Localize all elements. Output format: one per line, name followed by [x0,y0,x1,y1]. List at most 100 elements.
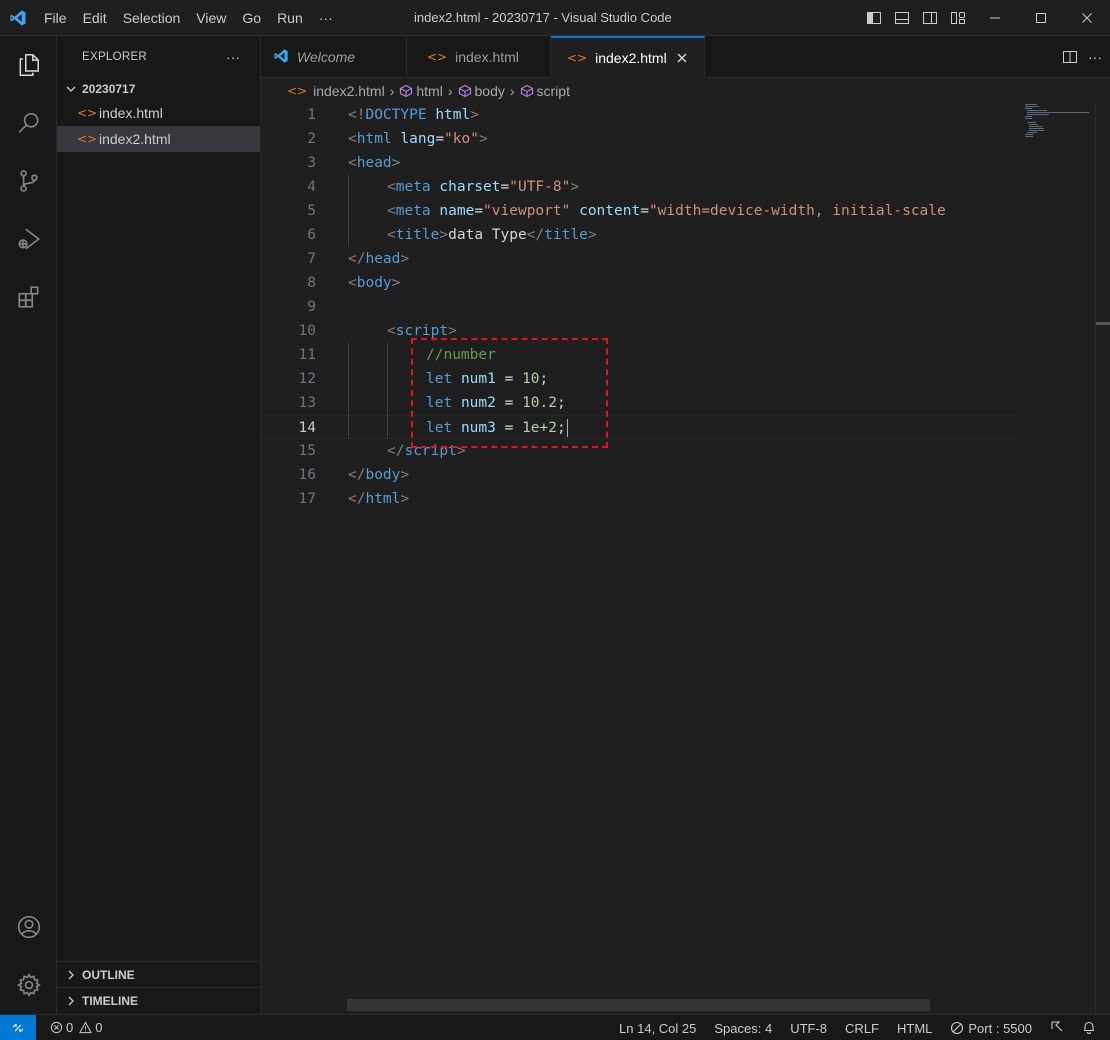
code-line[interactable]: 15 </script> [261,439,1017,463]
toggle-primary-sidebar-icon[interactable] [860,0,888,36]
line-code: </html> [348,487,409,511]
accounts-icon[interactable] [0,898,57,956]
status-bar: 0 0 Ln 14, Col 25 Spaces: 4 UTF-8 CRLF H… [0,1014,1110,1040]
notifications-bell-icon[interactable] [1073,1020,1110,1037]
close-window-button[interactable] [1064,0,1110,36]
tab-label: Welcome [297,49,356,65]
code-line[interactable]: 4 <meta charset="UTF-8"> [261,175,1017,199]
outline-label: OUTLINE [82,967,135,982]
code-token: data Type [448,227,527,243]
indent-guide [387,343,388,439]
code-editor[interactable]: 1 <!DOCTYPE html> 2 <html lang="ko"> 3 <head>… [261,103,1110,1014]
code-token: > [587,227,597,243]
code-line[interactable]: 3 <head> [261,151,1017,175]
folder-row[interactable]: 20230717 [57,78,260,100]
code-token: meta [395,179,431,195]
vertical-scrollbar[interactable] [1095,103,1110,1014]
maximize-button[interactable] [1018,0,1064,36]
code-line[interactable]: 6 <title>data Type</title> [261,223,1017,247]
timeline-label: TIMELINE [82,993,138,1008]
indentation-setting[interactable]: Spaces: 4 [705,1021,781,1036]
code-token: < [387,179,396,195]
breadcrumb-script[interactable]: script [537,83,570,99]
tab-index2-html[interactable]: <> index2.html [551,36,705,78]
minimize-button[interactable] [972,0,1018,36]
accessibility-icon[interactable] [1041,1020,1073,1037]
extensions-icon[interactable] [0,268,57,326]
menu-run[interactable]: Run [269,0,311,36]
line-number: 9 [307,299,316,315]
code-line[interactable]: 16 </body> [261,463,1017,487]
menu-view[interactable]: View [188,0,234,36]
breadcrumb-html[interactable]: html [416,83,442,99]
menu-selection[interactable]: Selection [115,0,189,36]
search-icon[interactable] [0,94,57,152]
code-token: lang [400,131,436,147]
explorer-icon[interactable] [0,36,57,94]
explorer-title: EXPLORER [82,51,148,63]
line-number: 10 [298,323,316,339]
customize-layout-icon[interactable] [944,0,972,36]
toggle-panel-icon[interactable] [888,0,916,36]
breadcrumb-body[interactable]: body [475,83,505,99]
menu-bar: File Edit Selection View Go Run ··· [36,0,341,36]
language-mode[interactable]: HTML [888,1021,941,1036]
tab-index-html[interactable]: <> index.html [407,36,551,78]
eol-setting[interactable]: CRLF [836,1021,888,1036]
split-editor-icon[interactable] [1062,49,1078,65]
tab-welcome[interactable]: Welcome [261,36,407,78]
warning-count: 0 [95,1020,103,1035]
code-line[interactable]: 10 <script> [261,319,1017,343]
live-server-port[interactable]: Port : 5500 [941,1021,1041,1036]
horizontal-scrollbar[interactable] [347,999,930,1011]
code-line[interactable]: 17 </html> [261,487,1017,511]
gear-icon[interactable] [0,956,57,1014]
remote-indicator-icon[interactable] [0,1014,36,1040]
more-actions-icon[interactable]: ··· [1088,49,1102,65]
explorer-header: EXPLORER ··· [57,36,260,78]
breadcrumb: <> index2.html › html › body › script [261,79,1110,103]
code-token: > [448,323,457,339]
code-line[interactable]: 9 [261,295,1017,319]
code-line[interactable]: 5 <meta name="viewport" content="width=de… [261,199,1017,223]
code-line[interactable]: 13 let num2 = 10.2; [261,391,1017,415]
more-actions-icon[interactable]: ··· [226,49,240,65]
editor-actions: ··· [1062,36,1102,78]
line-number: 3 [307,155,316,171]
code-token: </ [348,251,366,267]
close-icon[interactable] [675,51,689,65]
cursor-position[interactable]: Ln 14, Col 25 [610,1021,705,1036]
breadcrumb-file[interactable]: index2.html [313,83,385,99]
encoding-setting[interactable]: UTF-8 [781,1021,836,1036]
code-line[interactable]: 14 let num3 = 1e+2; [261,415,1017,439]
code-line[interactable]: 12 let num1 = 10; [261,367,1017,391]
code-line[interactable]: 11//number [261,343,1017,367]
outline-panel-header[interactable]: OUTLINE [57,961,261,987]
code-token: < [387,203,396,219]
code-token: script [395,323,449,339]
editor-tabs: Welcome <> index.html <> index2.html ··· [261,36,1110,78]
chevron-down-icon [66,86,76,92]
code-line[interactable]: 1 <!DOCTYPE html> [261,103,1017,127]
menu-edit[interactable]: Edit [75,0,115,36]
code-line[interactable]: 2 <html lang="ko"> [261,127,1017,151]
menu-more[interactable]: ··· [311,0,341,36]
code-token: = [640,203,649,219]
toggle-secondary-sidebar-icon[interactable] [916,0,944,36]
minimap[interactable] [1017,103,1095,1014]
menu-go[interactable]: Go [234,0,269,36]
file-item-index2-html[interactable]: <> index2.html [57,126,260,152]
file-item-index-html[interactable]: <> index.html [57,100,260,126]
menu-file[interactable]: File [36,0,75,36]
code-token: content [579,203,641,219]
error-icon [50,1021,63,1034]
window-title: index2.html - 20230717 - Visual Studio C… [414,10,672,25]
run-debug-icon[interactable] [0,210,57,268]
code-line[interactable]: 8 <body> [261,271,1017,295]
code-line[interactable]: 7 </head> [261,247,1017,271]
problems-indicator[interactable]: 0 0 [36,1020,111,1035]
source-control-icon[interactable] [0,152,57,210]
file-item-label: index2.html [99,131,171,147]
timeline-panel-header[interactable]: TIMELINE [57,987,261,1013]
